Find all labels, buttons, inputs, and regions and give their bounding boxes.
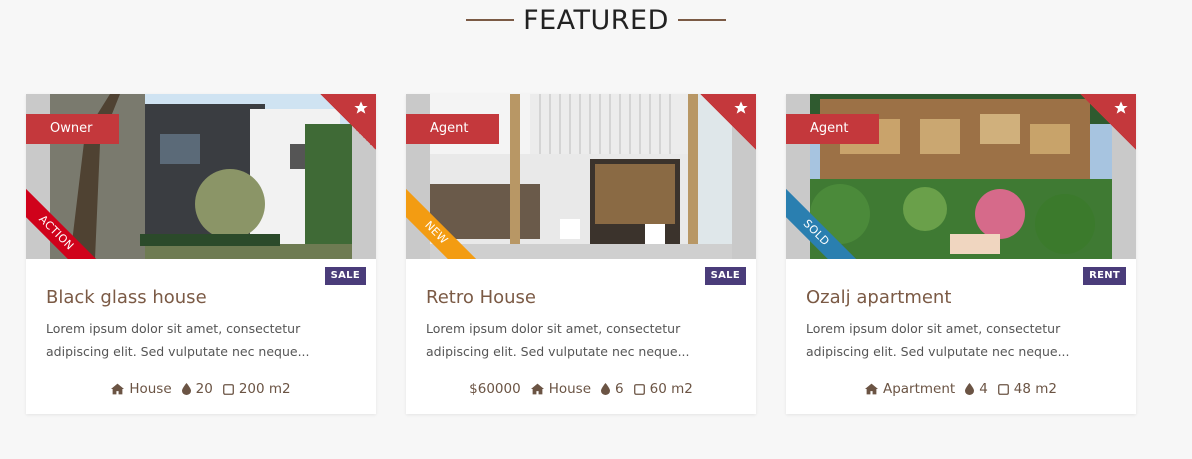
drop-icon	[965, 383, 975, 395]
meta-bath: 6	[601, 381, 624, 397]
listing-media[interactable]: Owner ACTION	[26, 94, 376, 259]
house-icon	[111, 383, 125, 395]
star-icon[interactable]	[1113, 100, 1129, 116]
listing-description: Lorem ipsum dolor sit amet, consectetur …	[426, 321, 690, 359]
status-badge: SALE	[324, 267, 366, 285]
status-badge: SALE	[704, 267, 746, 285]
owner-label: Owner	[26, 114, 119, 144]
listing-meta: House 20 200 m2	[26, 381, 376, 397]
listing-description: Lorem ipsum dolor sit amet, consectetur …	[806, 321, 1070, 359]
house-icon	[530, 383, 544, 395]
area-icon	[222, 383, 234, 395]
owner-label: Agent	[406, 114, 499, 144]
meta-type: House	[530, 381, 592, 397]
favorite-button[interactable]	[320, 94, 376, 150]
drop-icon	[601, 383, 611, 395]
area-value: 60 m2	[649, 381, 693, 397]
property-type: House	[548, 381, 592, 397]
property-type: House	[129, 381, 172, 397]
title-rule-left	[466, 19, 515, 21]
section-header: FEATURED	[0, 0, 1192, 40]
favorite-button[interactable]	[1080, 94, 1136, 150]
meta-bath: 20	[181, 381, 213, 397]
meta-price: $60000	[469, 381, 521, 397]
listing-meta: $60000 House 6 60 m2	[406, 381, 756, 397]
bath-count: 4	[979, 381, 988, 397]
house-icon	[864, 383, 878, 395]
price-value: $60000	[469, 381, 521, 397]
area-value: 48 m2	[1013, 381, 1058, 397]
area-value: 200 m2	[238, 381, 291, 397]
meta-area: 200 m2	[222, 381, 291, 397]
bath-count: 6	[615, 381, 624, 397]
listing-media[interactable]: Agent SOLD	[786, 94, 1136, 259]
listing-card[interactable]: Owner ACTION SALE Black glass house Lore…	[26, 94, 376, 414]
listing-title[interactable]: Black glass house	[46, 287, 207, 308]
listing-title[interactable]: Ozalj apartment	[806, 287, 951, 308]
owner-label: Agent	[786, 114, 879, 144]
listing-title[interactable]: Retro House	[426, 287, 536, 308]
meta-area: 60 m2	[633, 381, 693, 397]
listing-media[interactable]: Agent NEW	[406, 94, 756, 259]
bath-count: 20	[195, 381, 213, 397]
meta-type: House	[111, 381, 172, 397]
section-title: FEATURED	[523, 4, 669, 36]
property-type: Apartment	[882, 381, 956, 397]
listing-description: Lorem ipsum dolor sit amet, consectetur …	[46, 321, 310, 359]
area-icon	[997, 383, 1009, 395]
star-icon[interactable]	[353, 100, 369, 116]
meta-area: 48 m2	[997, 381, 1058, 397]
star-icon[interactable]	[733, 100, 749, 116]
meta-bath: 4	[965, 381, 988, 397]
listing-card[interactable]: Agent NEW SALE Retro House Lorem ipsum d…	[406, 94, 756, 414]
area-icon	[633, 383, 645, 395]
drop-icon	[181, 383, 191, 395]
meta-type: Apartment	[864, 381, 956, 397]
listing-card[interactable]: Agent SOLD RENT Ozalj apartment Lorem ip…	[786, 94, 1136, 414]
title-rule-right	[677, 19, 726, 21]
listing-meta: Apartment 4 48 m2	[786, 381, 1136, 397]
favorite-button[interactable]	[700, 94, 756, 150]
status-badge: RENT	[1083, 267, 1126, 285]
